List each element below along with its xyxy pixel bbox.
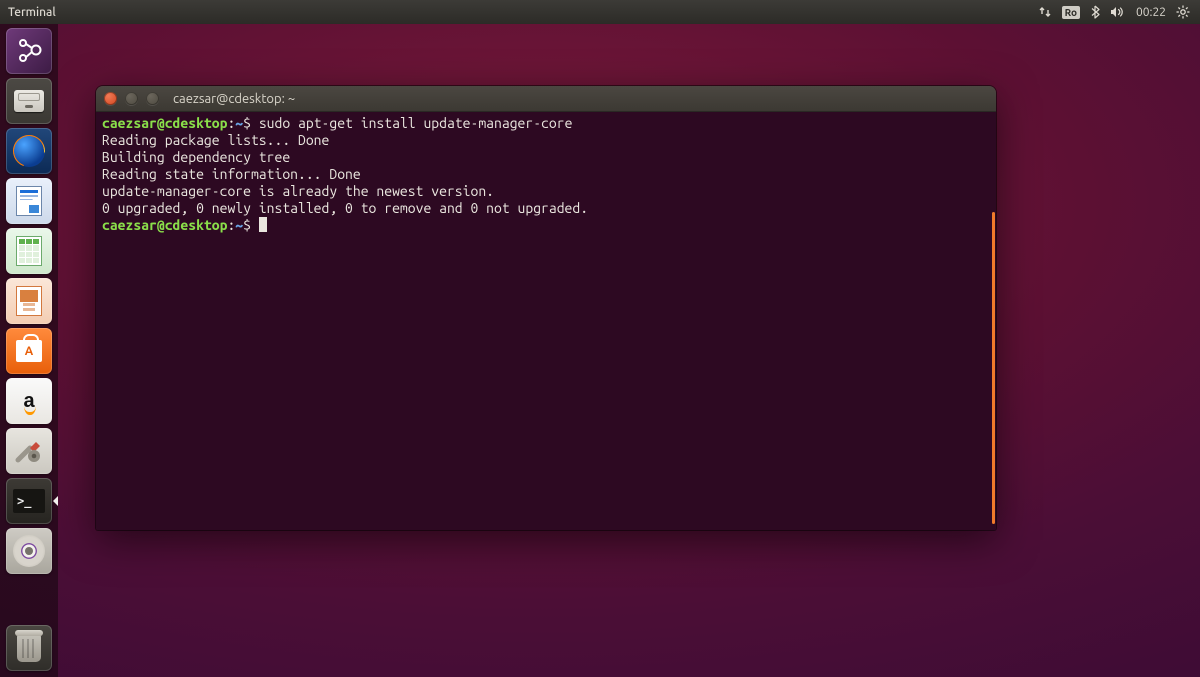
keyboard-layout-indicator[interactable]: Ro (1062, 3, 1080, 21)
window-maximize-button[interactable] (146, 92, 159, 105)
launcher-settings-icon[interactable] (6, 428, 52, 474)
launcher-disc-icon[interactable] (6, 528, 52, 574)
volume-indicator-icon[interactable] (1110, 3, 1126, 21)
terminal-titlebar[interactable]: caezsar@cdesktop: ~ (96, 86, 996, 112)
terminal-window-title: caezsar@cdesktop: ~ (173, 92, 295, 106)
network-indicator-icon[interactable] (1038, 3, 1052, 21)
prompt-symbol: $ (243, 115, 251, 131)
launcher-firefox-icon[interactable] (6, 128, 52, 174)
bluetooth-indicator-icon[interactable] (1090, 3, 1100, 21)
keyboard-layout-label: Ro (1062, 6, 1080, 19)
top-menubar: Terminal Ro 00:22 (0, 0, 1200, 24)
unity-launcher: a >_ (0, 24, 58, 677)
prompt-symbol: $ (243, 217, 251, 233)
launcher-calc-icon[interactable] (6, 228, 52, 274)
launcher-software-center-icon[interactable] (6, 328, 52, 374)
terminal-body[interactable]: caezsar@cdesktop:~$ sudo apt-get install… (96, 112, 996, 530)
terminal-output-line: 0 upgraded, 0 newly installed, 0 to remo… (102, 200, 588, 216)
session-gear-icon[interactable] (1176, 3, 1190, 21)
terminal-output-line: Reading package lists... Done (102, 132, 329, 148)
window-minimize-button[interactable] (125, 92, 138, 105)
launcher-writer-icon[interactable] (6, 178, 52, 224)
active-app-label[interactable]: Terminal (0, 6, 56, 19)
terminal-cursor (259, 217, 267, 232)
terminal-scrollbar[interactable] (992, 212, 995, 524)
prompt-user: caezsar@cdesktop (102, 115, 227, 131)
launcher-impress-icon[interactable] (6, 278, 52, 324)
launcher-dash-icon[interactable] (6, 28, 52, 74)
system-indicators: Ro 00:22 (1038, 3, 1200, 21)
launcher-amazon-icon[interactable]: a (6, 378, 52, 424)
launcher-terminal-icon[interactable]: >_ (6, 478, 52, 524)
terminal-command: sudo apt-get install update-manager-core (259, 115, 573, 131)
window-close-button[interactable] (104, 92, 117, 105)
terminal-output-line: Building dependency tree (102, 149, 290, 165)
clock-indicator[interactable]: 00:22 (1136, 3, 1166, 21)
terminal-output-line: update-manager-core is already the newes… (102, 183, 494, 199)
prompt-user: caezsar@cdesktop (102, 217, 227, 233)
terminal-window[interactable]: caezsar@cdesktop: ~ caezsar@cdesktop:~$ … (96, 86, 996, 530)
prompt-path: ~ (235, 115, 243, 131)
terminal-output-line: Reading state information... Done (102, 166, 361, 182)
prompt-path: ~ (235, 217, 243, 233)
launcher-trash-icon[interactable] (6, 625, 52, 671)
launcher-files-icon[interactable] (6, 78, 52, 124)
